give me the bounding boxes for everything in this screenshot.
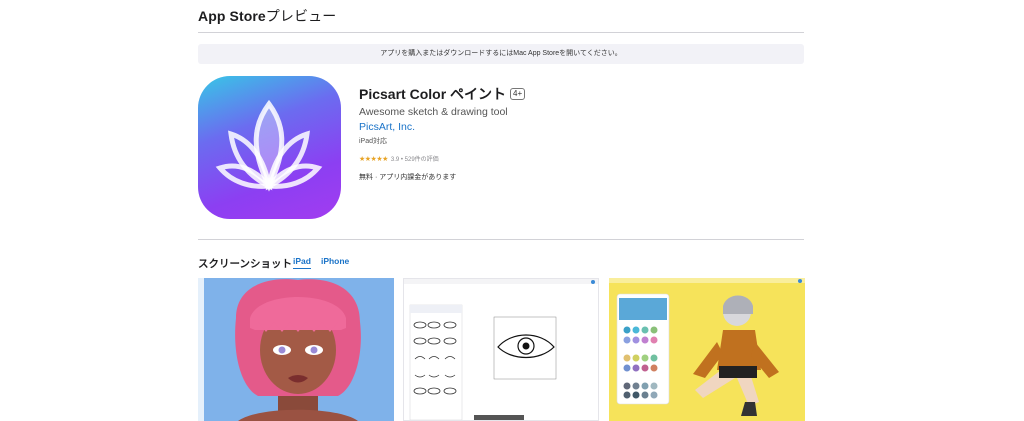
screenshot-1[interactable] <box>198 278 394 421</box>
app-icon <box>198 76 341 219</box>
device-support: iPad対応 <box>359 138 388 145</box>
app-subtitle: Awesome sketch & drawing tool <box>359 106 508 118</box>
rating-row: ★★★★★ 3.9 • 529件の評価 <box>359 154 779 164</box>
price-info: 無料 · アプリ内課金があります <box>359 174 457 181</box>
device-tabs: iPad iPhone <box>293 256 349 269</box>
star-rating-icon: ★★★★★ <box>359 155 388 163</box>
screenshot-gallery <box>198 278 805 421</box>
app-info: Picsart Color ペイント 4+ Awesome sketch & d… <box>359 84 779 182</box>
app-name-text: Picsart Color ペイント <box>359 86 507 102</box>
app-name: Picsart Color ペイント 4+ <box>359 84 779 104</box>
rating-text: 3.9 • 529件の評価 <box>390 157 439 163</box>
screenshot-3[interactable] <box>609 278 805 421</box>
page-title-rest: プレビュー <box>265 8 337 24</box>
character-illustration <box>609 278 805 421</box>
portrait-illustration <box>198 278 394 421</box>
screenshot-2[interactable] <box>403 278 599 421</box>
age-rating-badge: 4+ <box>510 88 526 100</box>
open-mac-app-store-banner: アプリを購入またはダウンロードするにはMac App Storeを開いてください… <box>198 44 804 64</box>
divider-top <box>198 32 804 33</box>
divider-middle <box>198 239 804 240</box>
tab-iphone[interactable]: iPhone <box>321 256 349 269</box>
page-title-bold: App Store <box>198 8 266 24</box>
tab-ipad[interactable]: iPad <box>293 256 311 269</box>
screenshots-heading: スクリーンショット <box>198 258 292 270</box>
eye-sketch-illustration <box>404 279 598 420</box>
developer-link[interactable]: PicsArt, Inc. <box>359 121 779 133</box>
lotus-icon <box>215 99 323 192</box>
page-title: App Storeプレビュー <box>198 6 336 26</box>
